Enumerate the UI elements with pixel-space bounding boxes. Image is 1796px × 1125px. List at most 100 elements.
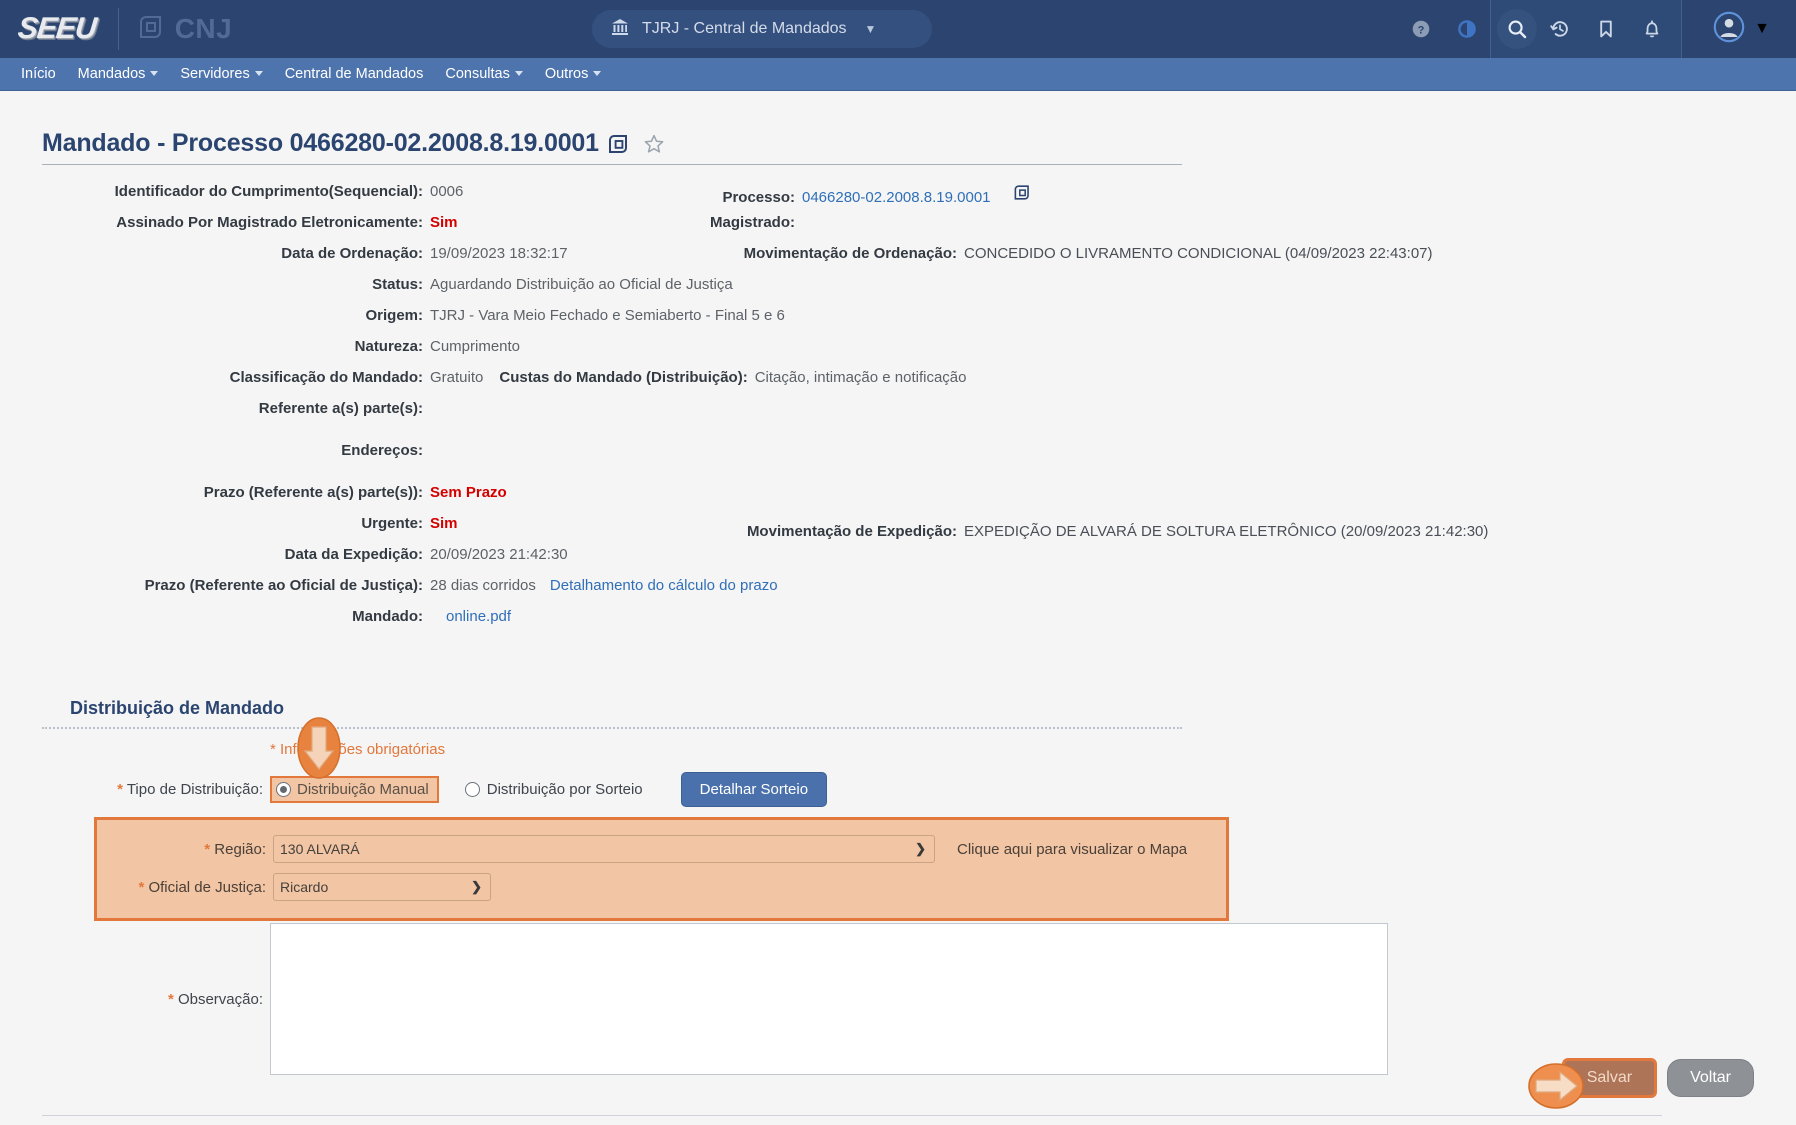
visualizar-mapa-link[interactable]: Clique aqui para visualizar o Mapa [957,841,1187,858]
mandado-file-link[interactable]: online.pdf [446,608,511,625]
detail-value: Cumprimento [430,338,521,355]
bell-icon[interactable] [1629,0,1675,58]
detail-row-magistrado: Magistrado: [682,214,1488,245]
detail-row-mov-expedicao: Movimentação de Expedição: EXPEDIÇÃO DE … [682,523,1488,554]
footer-divider [42,1115,1662,1116]
detail-row-prazo-oficial: Prazo (Referente ao Oficial de Justiça):… [42,577,1754,608]
detail-label: Origem: [365,307,423,324]
oficial-select-wrap: Ricardo ❯ [273,873,491,901]
detail-label: Classificação do Mandado: [229,369,423,386]
chevron-down-icon [514,71,523,77]
detail-row-mov-ordenacao: Movimentação de Ordenação: CONCEDIDO O L… [682,245,1488,276]
radio-distribuicao-sorteio[interactable]: Distribuição por Sorteio [464,781,643,798]
distribuicao-manual-panel: * Região: 130 ALVARÁ ❯ Clique aqui para … [94,817,1229,921]
help-icon[interactable]: ? [1398,0,1444,58]
radio-distribuicao-manual[interactable]: Distribuição Manual [270,776,439,803]
detail-value: Sim [430,214,458,231]
processo-link[interactable]: 0466280-02.2008.8.19.0001 [802,189,991,206]
oficial-de-justica-select[interactable]: Ricardo [273,873,491,901]
section-title-distribuicao: Distribuição de Mandado [70,698,285,718]
detalhar-sorteio-button[interactable]: Detalhar Sorteio [680,772,828,807]
detail-label: Natureza: [354,338,423,355]
detail-label: Referente a(s) parte(s): [258,400,423,417]
radio-manual-label: Distribuição Manual [297,781,429,798]
menu-item-central-de-mandados[interactable]: Central de Mandados [274,58,435,91]
avatar [1712,10,1746,49]
oficial-label-text: Oficial de Justiça: [148,878,266,896]
detail-value: Gratuito [430,369,484,386]
copy-process-number-icon[interactable] [1013,183,1032,207]
bank-icon [610,17,630,42]
detail-label: Prazo (Referente ao Oficial de Justiça): [144,577,423,594]
detail-value: 19/09/2023 18:32:17 [430,245,568,262]
detail-row-processo: Processo: 0466280-02.2008.8.19.0001 [682,183,1488,214]
menu-item-inicio[interactable]: Início [10,58,67,91]
detail-row-mandado-file: Mandado: online.pdf [42,608,1754,646]
detail-value: Sim [430,515,458,532]
observacao-label-text: Observação: [177,990,263,1008]
required-marker: * [167,990,174,1008]
user-menu[interactable]: ▼ [1682,0,1796,58]
menu-label: Início [21,65,56,82]
detail-label: Movimentação de Expedição: [746,523,957,540]
regiao-label: * Região: [97,841,273,858]
detail-label: Movimentação de Ordenação: [743,245,957,262]
detail-value: 20/09/2023 21:42:30 [430,546,568,563]
observacao-row: * Observação: [42,923,1754,1075]
observacao-textarea[interactable] [270,923,1388,1075]
section-divider [42,727,1182,729]
salvar-button[interactable]: Salvar [1561,1058,1658,1098]
top-action-icons [1490,0,1683,58]
menu-item-outros[interactable]: Outros [534,58,613,91]
prazo-detalhamento-link[interactable]: Detalhamento do cálculo do prazo [550,577,778,594]
detail-label: Status: [372,276,423,293]
menu-item-mandados[interactable]: Mandados [67,58,170,91]
seeu-logo[interactable]: SEEU [16,12,101,45]
detail-value: Sem Prazo [430,484,507,501]
history-icon[interactable] [1537,0,1583,58]
bookmark-icon[interactable] [1583,0,1629,58]
menu-item-consultas[interactable]: Consultas [434,58,533,91]
detail-label: Mandado: [352,608,423,625]
copy-process-icon[interactable] [607,132,631,156]
tipo-distribuicao-label: * Tipo de Distribuição: [42,781,270,798]
menu-label: Outros [544,65,589,82]
regiao-select-wrap: 130 ALVARÁ ❯ [273,835,935,863]
contrast-icon[interactable] [1444,0,1490,58]
tipo-distribuicao-label-text: Tipo de Distribuição: [126,781,263,798]
search-icon[interactable] [1497,9,1538,49]
detail-label: Data da Expedição: [284,546,423,563]
menu-label: Central de Mandados [284,65,424,82]
menu-item-servidores[interactable]: Servidores [169,58,273,91]
chevron-down-icon [254,71,263,77]
footer-actions: Salvar Voltar [1561,1058,1754,1098]
regiao-select[interactable]: 130 ALVARÁ [273,835,935,863]
required-marker: * [138,878,145,896]
regiao-row: * Região: 130 ALVARÁ ❯ Clique aqui para … [97,830,1226,868]
svg-text:?: ? [1418,24,1425,36]
page-content: Mandado - Processo 0466280-02.2008.8.19.… [0,129,1796,1116]
radio-dot-icon [276,782,291,797]
menu-label: Servidores [180,65,250,82]
chevron-down-icon: ▼ [1754,20,1770,37]
radio-dot-icon [464,782,480,797]
cnj-zone: CNJ [137,13,233,46]
detail-label: Magistrado: [709,214,795,231]
favorite-star-icon[interactable] [643,133,665,155]
detail-right-column: Processo: 0466280-02.2008.8.19.0001 Magi… [682,183,1488,554]
menu-label: Consultas [445,65,510,82]
required-marker: * [117,781,123,798]
detail-value: 0006 [430,183,464,200]
detail-label: Urgente: [361,515,423,532]
detail-value: 28 dias corridos [430,577,536,594]
top-icon-bar: ? ▼ [1398,0,1796,58]
detail-value: CONCEDIDO O LIVRAMENTO CONDICIONAL (04/0… [964,245,1433,262]
detail-label: Identificador do Cumprimento(Sequencial)… [114,183,423,200]
detail-label: Assinado Por Magistrado Eletronicamente: [116,214,423,231]
oficial-label: * Oficial de Justiça: [97,879,273,896]
org-selector[interactable]: TJRJ - Central de Mandados ▼ [592,10,932,48]
voltar-button[interactable]: Voltar [1667,1059,1754,1097]
top-bar: SEEU CNJ TJRJ - Central de Mandados ▼ ? … [0,0,1796,58]
detail-label: Endereços: [341,442,423,459]
tipo-distribuicao-row: * Tipo de Distribuição: Distribuição Man… [42,772,1754,807]
